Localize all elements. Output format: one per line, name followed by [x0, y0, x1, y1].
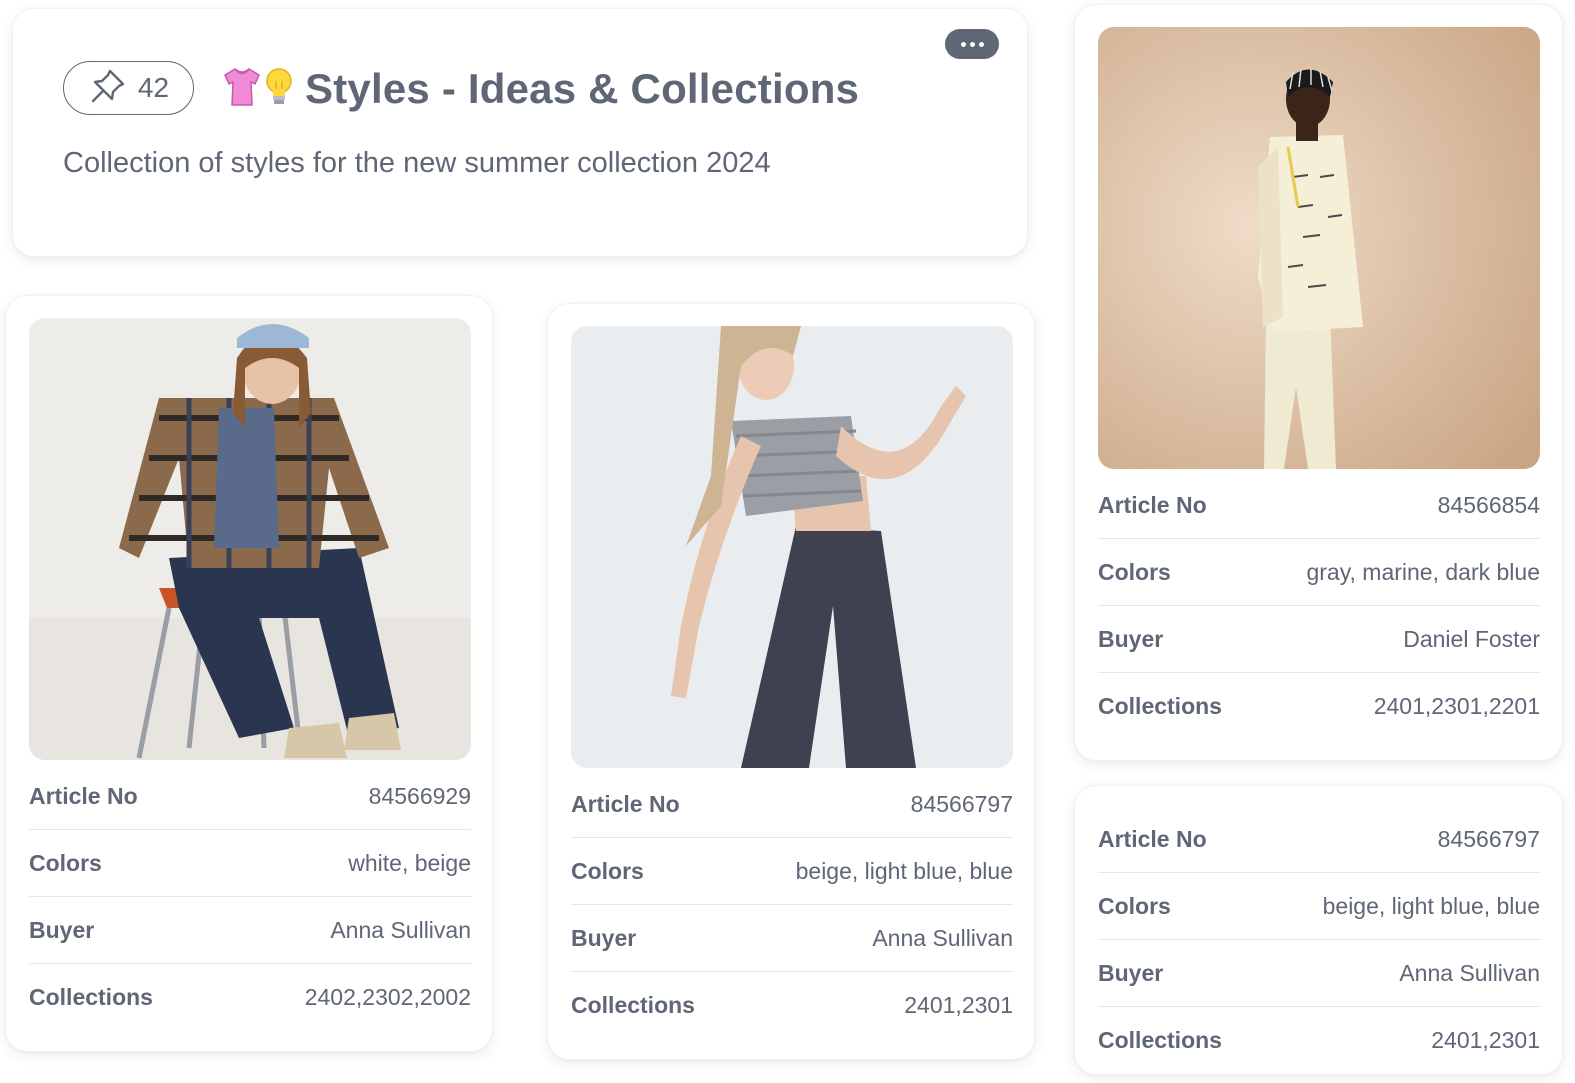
product-image[interactable] — [1098, 27, 1540, 469]
page-title: Styles - Ideas & Collections — [305, 65, 860, 112]
product-card[interactable]: Article No 84566854 Colors gray, marine,… — [1074, 4, 1563, 761]
pin-count: 42 — [137, 72, 170, 103]
more-horizontal-icon — [960, 41, 966, 47]
article-label: Article No — [1098, 825, 1207, 852]
product-card[interactable]: Article No 84566797 Colors beige, light … — [547, 303, 1035, 1060]
product-details: Article No 84566854 Colors gray, marine,… — [1098, 472, 1540, 740]
shirt-emoji-icon — [223, 65, 261, 114]
collections-value: 2401,2301 — [904, 992, 1013, 1018]
collections-label: Collections — [1098, 693, 1222, 719]
detail-row-collections: Collections 2401,2301 — [571, 972, 1013, 1039]
article-label: Article No — [29, 782, 138, 809]
detail-row-buyer: Buyer Anna Sullivan — [1098, 940, 1540, 1007]
buyer-value: Anna Sullivan — [1399, 959, 1540, 986]
buyer-value: Daniel Foster — [1403, 625, 1540, 652]
colors-label: Colors — [1098, 558, 1171, 585]
collections-label: Collections — [1098, 1027, 1222, 1053]
title-row: Styles - Ideas & Collections — [223, 61, 859, 117]
article-value: 84566797 — [1437, 825, 1540, 852]
buyer-value: Anna Sullivan — [330, 916, 471, 943]
detail-row-collections: Collections 2402,2302,2002 — [29, 964, 471, 1031]
detail-row-article: Article No 84566797 — [1098, 806, 1540, 873]
detail-row-article: Article No 84566854 — [1098, 472, 1540, 539]
article-value: 84566797 — [910, 790, 1013, 817]
detail-row-article: Article No 84566797 — [571, 771, 1013, 838]
colors-value: beige, light blue, blue — [1322, 892, 1540, 919]
collections-value: 2401,2301,2201 — [1373, 693, 1540, 719]
colors-label: Colors — [29, 849, 102, 876]
product-card[interactable]: Article No 84566929 Colors white, beige … — [5, 295, 493, 1052]
collections-label: Collections — [29, 984, 153, 1010]
detail-row-colors: Colors white, beige — [29, 830, 471, 897]
detail-row-collections: Collections 2401,2301,2201 — [1098, 673, 1540, 740]
detail-row-buyer: Buyer Anna Sullivan — [29, 897, 471, 964]
product-card[interactable]: Article No 84566797 Colors beige, light … — [1074, 785, 1563, 1075]
detail-row-collections: Collections 2401,2301 — [1098, 1007, 1540, 1074]
buyer-label: Buyer — [571, 924, 637, 951]
colors-label: Colors — [571, 857, 644, 884]
collections-value: 2401,2301 — [1431, 1027, 1540, 1053]
collection-header-card: 42 Styles - Ideas & Collections Collecti… — [12, 8, 1028, 257]
collection-description: Collection of styles for the new summer … — [63, 147, 771, 179]
product-image[interactable] — [29, 318, 471, 760]
product-details: Article No 84566929 Colors white, beige … — [29, 763, 471, 1031]
detail-row-colors: Colors gray, marine, dark blue — [1098, 539, 1540, 606]
product-details: Article No 84566797 Colors beige, light … — [571, 771, 1013, 1039]
buyer-value: Anna Sullivan — [872, 924, 1013, 951]
pin-icon — [88, 66, 128, 111]
detail-row-colors: Colors beige, light blue, blue — [571, 838, 1013, 905]
lightbulb-emoji-icon — [263, 65, 295, 114]
detail-row-colors: Colors beige, light blue, blue — [1098, 873, 1540, 940]
product-image[interactable] — [571, 326, 1013, 768]
product-details: Article No 84566797 Colors beige, light … — [1098, 806, 1540, 1074]
colors-value: white, beige — [348, 849, 471, 876]
collections-value: 2402,2302,2002 — [304, 984, 471, 1010]
buyer-label: Buyer — [29, 916, 95, 943]
collection-board: 42 Styles - Ideas & Collections Collecti… — [0, 0, 1575, 1083]
buyer-label: Buyer — [1098, 959, 1164, 986]
pin-count-button[interactable]: 42 — [63, 61, 194, 115]
detail-row-article: Article No 84566929 — [29, 763, 471, 830]
detail-row-buyer: Buyer Anna Sullivan — [571, 905, 1013, 972]
article-label: Article No — [1098, 491, 1207, 518]
detail-row-buyer: Buyer Daniel Foster — [1098, 606, 1540, 673]
colors-value: beige, light blue, blue — [795, 857, 1013, 884]
colors-value: gray, marine, dark blue — [1306, 558, 1540, 585]
collections-label: Collections — [571, 992, 695, 1018]
colors-label: Colors — [1098, 892, 1171, 919]
buyer-label: Buyer — [1098, 625, 1164, 652]
article-value: 84566929 — [368, 782, 471, 809]
article-label: Article No — [571, 790, 680, 817]
article-value: 84566854 — [1437, 491, 1540, 518]
more-options-button[interactable] — [945, 29, 999, 59]
